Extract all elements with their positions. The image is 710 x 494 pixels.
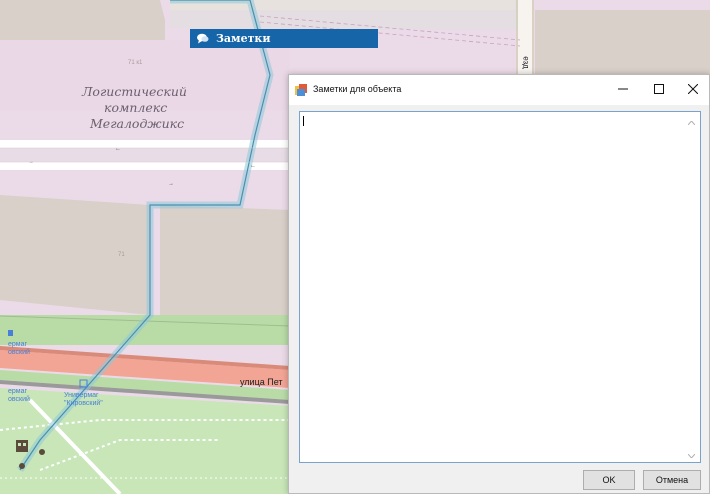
svg-text:→: → [168,181,174,187]
text-caret [303,116,304,126]
scroll-up-button[interactable] [683,112,700,129]
chat-icon [196,32,210,46]
ok-button[interactable]: OK [583,470,635,490]
notes-dialog: Заметки для объекта OK Отмена [288,74,710,494]
scroll-down-button[interactable] [683,445,700,462]
store-label-2-line1: ермаг [8,388,28,395]
store-label-3-line1: Универмаг [64,392,99,399]
notes-tab-label: Заметки [216,32,271,45]
store-label-1-line2: овский [8,349,30,356]
notes-tab[interactable]: Заметки [190,29,378,48]
svg-text:←: ← [115,146,121,152]
dialog-titlebar[interactable]: Заметки для объекта [289,75,709,105]
maximize-button[interactable] [641,75,677,105]
maximize-icon [654,81,664,99]
store-label-3-line2: "Кировский" [64,400,103,407]
chevron-up-icon [687,112,696,130]
store-label-2: ермаг овский [8,388,30,404]
notes-textarea[interactable] [299,111,701,463]
store-label-3: Универмаг "Кировский" [64,392,103,408]
house-number-label: 71 к1 [128,60,143,66]
close-button[interactable] [677,75,709,105]
poi-label-line3: Мегалоджикс [90,116,185,131]
house-number-label-2: 71 [118,252,125,258]
chevron-down-icon [687,445,696,463]
poi-label-line1: Логистический [82,84,187,99]
street-label-right: езд [521,56,531,69]
close-icon [687,81,699,99]
cancel-button[interactable]: Отмена [643,470,701,490]
app-icon [294,83,308,97]
street-label: улица Пет [240,377,283,387]
store-label-2-line2: овский [8,396,30,403]
screen: → ← → ← 71 к1 Логистический комплекс Мег… [0,0,710,494]
minimize-icon [618,81,628,99]
dialog-title: Заметки для объекта [313,84,402,94]
minimize-button[interactable] [605,75,641,105]
store-label-1-line1: ермаг [8,341,28,348]
svg-text:←: ← [250,163,256,169]
poi-label-line2: комплекс [104,100,168,115]
store-label-1: ермаг овский [8,341,30,357]
vertical-scrollbar[interactable] [683,112,700,462]
